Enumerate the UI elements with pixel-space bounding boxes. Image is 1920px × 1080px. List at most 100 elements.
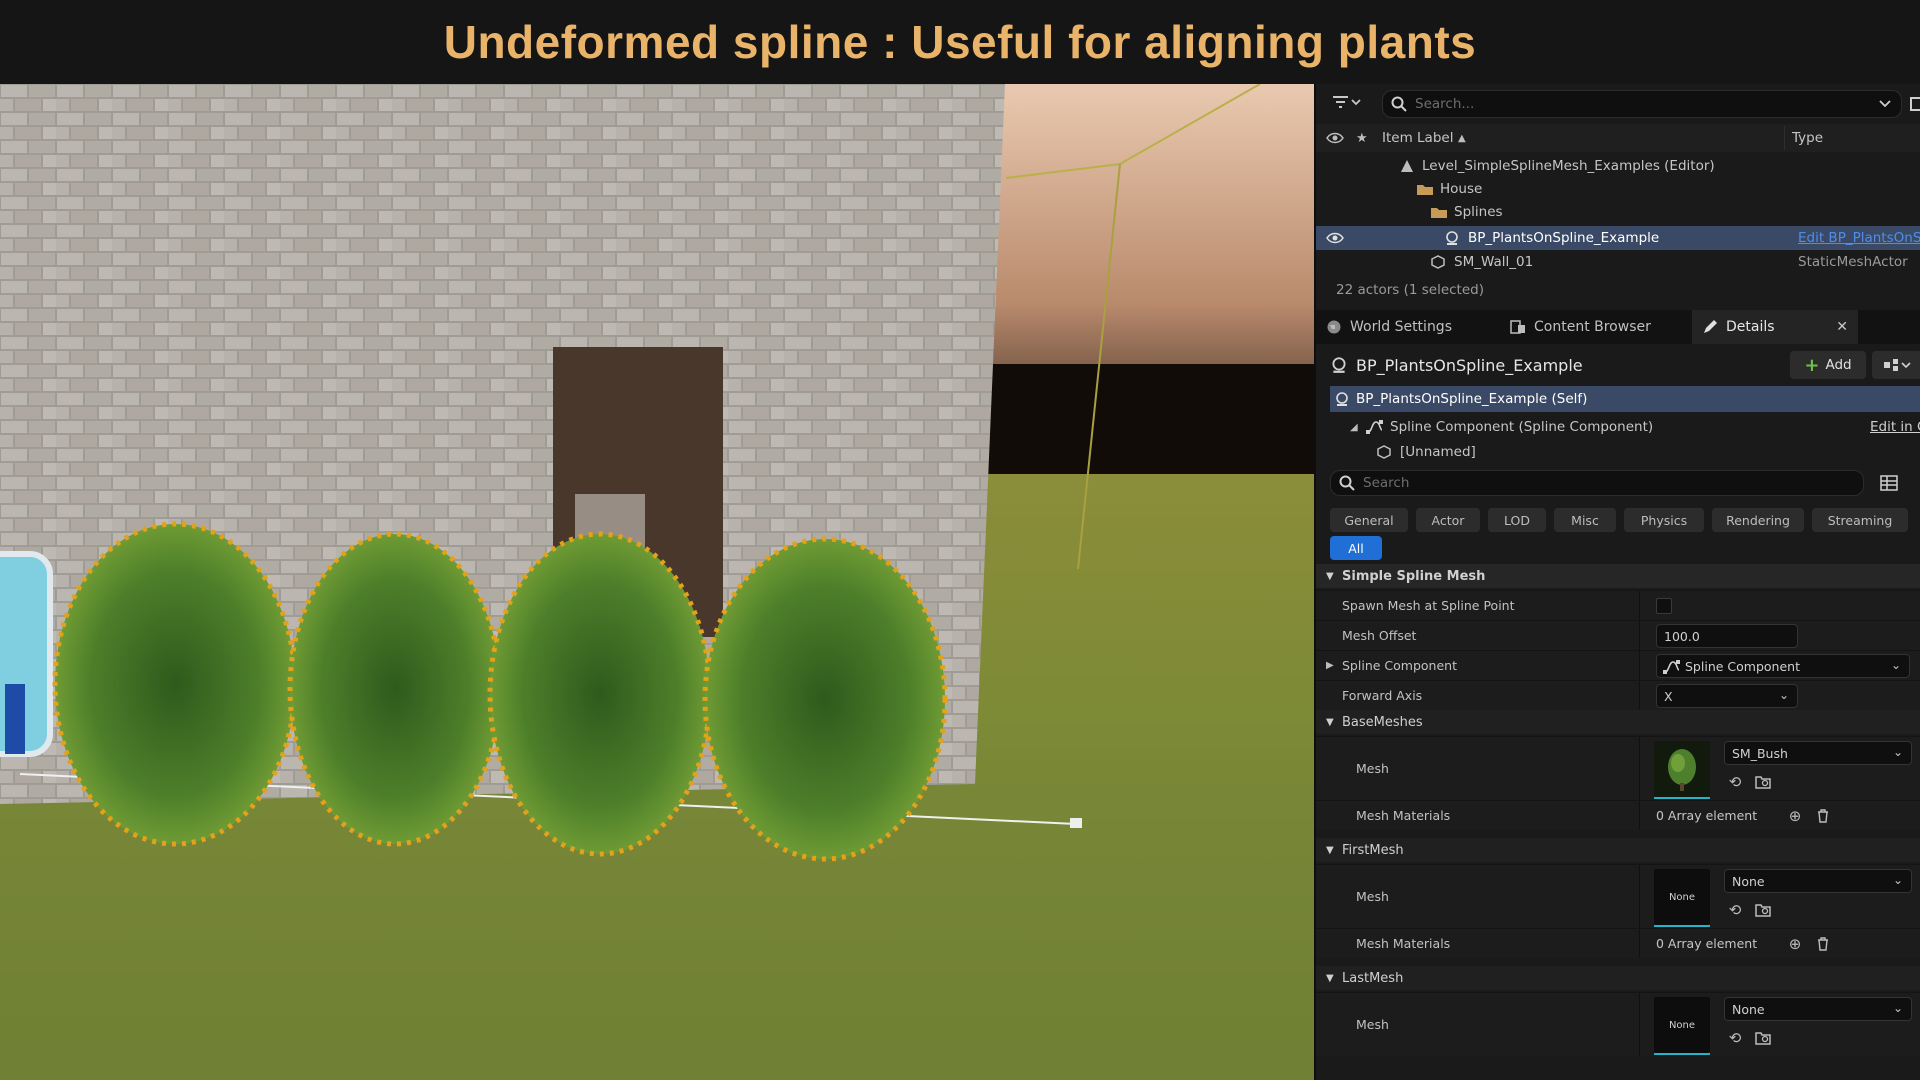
category-actor-button[interactable]: Actor	[1416, 508, 1480, 532]
details-search-input[interactable]	[1363, 475, 1863, 491]
category-lod-button[interactable]: LOD	[1488, 508, 1546, 532]
column-splitter[interactable]	[1639, 737, 1640, 800]
search-icon	[1339, 475, 1355, 491]
browse-asset-icon[interactable]	[1752, 771, 1774, 793]
add-element-icon[interactable]: ⊕	[1784, 805, 1806, 827]
filter-icon[interactable]	[1332, 94, 1362, 110]
viewport-scene[interactable]	[0, 84, 1314, 1080]
asset-type-underline	[1654, 925, 1710, 927]
category-misc-button[interactable]: Misc	[1554, 508, 1616, 532]
category-streaming-button[interactable]: Streaming	[1812, 508, 1908, 532]
table-view-icon[interactable]	[1880, 474, 1898, 492]
column-item-label[interactable]: Item Label	[1382, 130, 1453, 146]
category-general-button[interactable]: General	[1330, 508, 1408, 532]
column-splitter[interactable]	[1639, 801, 1640, 830]
actor-count: 22 actors (1 selected)	[1336, 282, 1484, 298]
use-selected-asset-icon[interactable]: ⟲	[1724, 1027, 1746, 1049]
pin-star-icon[interactable]: ★	[1356, 131, 1368, 146]
tree-item-type: StaticMeshActor	[1798, 253, 1908, 270]
component-spline-row[interactable]: ◢ Spline Component (Spline Component) Ed…	[1316, 414, 1920, 440]
banner-title: Undeformed spline : Useful for aligning …	[443, 16, 1477, 68]
blueprint-actor-icon	[1444, 230, 1460, 246]
folder-icon	[1430, 205, 1448, 219]
component-self-row[interactable]: BP_PlantsOnSpline_Example (Self)	[1330, 386, 1920, 412]
tree-item-bp-plants-selected[interactable]: BP_PlantsOnSpline_Example Edit BP_Plants…	[1316, 226, 1920, 250]
section-simple-spline-mesh[interactable]: ▼ Simple Spline Mesh	[1316, 564, 1920, 588]
section-base-meshes[interactable]: ▼ BaseMeshes	[1316, 710, 1920, 734]
column-splitter[interactable]	[1639, 929, 1640, 958]
category-rendering-button[interactable]: Rendering	[1712, 508, 1804, 532]
base-mesh-dropdown[interactable]: SM_Bush ⌄	[1724, 741, 1912, 765]
tree-item-wall[interactable]: SM_Wall_01 StaticMeshActor	[1316, 250, 1920, 273]
chevron-down-icon: ⌄	[1892, 745, 1903, 759]
tab-world-settings[interactable]: World Settings	[1326, 310, 1506, 344]
outliner-header: ★ Item Label ▲ Type	[1316, 124, 1920, 152]
chevron-down-icon: ⌄	[1892, 1001, 1903, 1015]
browse-asset-icon[interactable]	[1752, 1027, 1774, 1049]
mesh-thumbnail[interactable]: None	[1654, 869, 1710, 927]
visibility-icon[interactable]	[1326, 132, 1344, 144]
use-selected-asset-icon[interactable]: ⟲	[1724, 899, 1746, 921]
category-all-button[interactable]: All	[1330, 536, 1382, 560]
component-label: Spline Component (Spline Component)	[1390, 419, 1654, 435]
add-component-button[interactable]: + Add	[1790, 351, 1866, 379]
section-title: Simple Spline Mesh	[1342, 568, 1486, 584]
mesh-thumbnail[interactable]	[1654, 741, 1710, 799]
expand-arrow-icon[interactable]: ▶	[1326, 660, 1334, 671]
column-splitter[interactable]	[1639, 865, 1640, 928]
component-unnamed-row[interactable]: [Unnamed]	[1316, 440, 1920, 464]
tree-item-house[interactable]: House	[1316, 177, 1920, 200]
prop-last-mesh: Mesh None None ⌄ ⟲	[1316, 992, 1920, 1056]
blueprint-options-button[interactable]	[1872, 351, 1920, 379]
globe-icon	[1326, 319, 1342, 335]
edit-blueprint-link[interactable]: Edit BP_PlantsOnS	[1798, 230, 1920, 246]
column-splitter[interactable]	[1639, 621, 1640, 650]
tab-label: World Settings	[1350, 319, 1452, 335]
column-splitter[interactable]	[1639, 993, 1640, 1056]
category-physics-button[interactable]: Physics	[1624, 508, 1704, 532]
outliner-toolbar	[1316, 86, 1920, 120]
chevron-down-icon[interactable]	[1879, 100, 1891, 108]
prop-label: Mesh Materials	[1356, 808, 1451, 823]
panel-options-icon[interactable]	[1910, 96, 1920, 112]
browse-asset-icon[interactable]	[1752, 899, 1774, 921]
column-splitter[interactable]	[1639, 651, 1640, 680]
first-mesh-dropdown[interactable]: None ⌄	[1724, 869, 1912, 893]
column-splitter[interactable]	[1639, 591, 1640, 620]
visibility-icon[interactable]	[1326, 232, 1344, 244]
edit-in-cpp-link[interactable]: Edit in C	[1870, 419, 1920, 435]
column-type[interactable]: Type	[1792, 130, 1823, 146]
tree-item-label: House	[1440, 180, 1483, 197]
column-splitter[interactable]	[1639, 681, 1640, 710]
close-icon[interactable]: ✕	[1836, 319, 1848, 335]
dropdown-value: SM_Bush	[1732, 745, 1788, 761]
section-last-mesh[interactable]: ▼ LastMesh	[1316, 966, 1920, 990]
column-divider[interactable]	[1784, 126, 1785, 150]
mesh-offset-input[interactable]: 100.0	[1656, 624, 1798, 648]
outliner-search-input[interactable]	[1415, 96, 1879, 112]
tree-item-splines[interactable]: Splines	[1316, 200, 1920, 223]
spawn-mesh-checkbox[interactable]	[1656, 598, 1672, 614]
mesh-thumbnail[interactable]: None	[1654, 997, 1710, 1055]
pencil-icon	[1702, 319, 1718, 335]
details-search[interactable]	[1330, 470, 1864, 496]
tab-label: Details	[1726, 319, 1775, 335]
outliner-search[interactable]	[1382, 90, 1902, 118]
use-selected-asset-icon[interactable]: ⟲	[1724, 771, 1746, 793]
prop-base-mesh: Mesh SM_Bush ⌄ ⟲	[1316, 736, 1920, 800]
section-title: FirstMesh	[1342, 842, 1404, 858]
tab-content-browser[interactable]: Content Browser	[1510, 310, 1690, 344]
trash-icon[interactable]	[1812, 933, 1834, 955]
section-first-mesh[interactable]: ▼ FirstMesh	[1316, 838, 1920, 862]
last-mesh-dropdown[interactable]: None ⌄	[1724, 997, 1912, 1021]
expand-arrow-icon[interactable]: ◢	[1350, 422, 1358, 433]
add-element-icon[interactable]: ⊕	[1784, 933, 1806, 955]
tab-details[interactable]: Details ✕	[1692, 310, 1858, 344]
spline-component-dropdown[interactable]: Spline Component ⌄	[1656, 654, 1910, 678]
forward-axis-dropdown[interactable]: X ⌄	[1656, 684, 1798, 708]
tree-item-level[interactable]: Level_SimpleSplineMesh_Examples (Editor)	[1316, 154, 1920, 177]
sort-ascending-icon[interactable]: ▲	[1458, 133, 1466, 144]
trash-icon[interactable]	[1812, 805, 1834, 827]
level-viewport[interactable]	[0, 84, 1314, 1080]
prop-mesh-offset: Mesh Offset 100.0	[1316, 620, 1920, 650]
